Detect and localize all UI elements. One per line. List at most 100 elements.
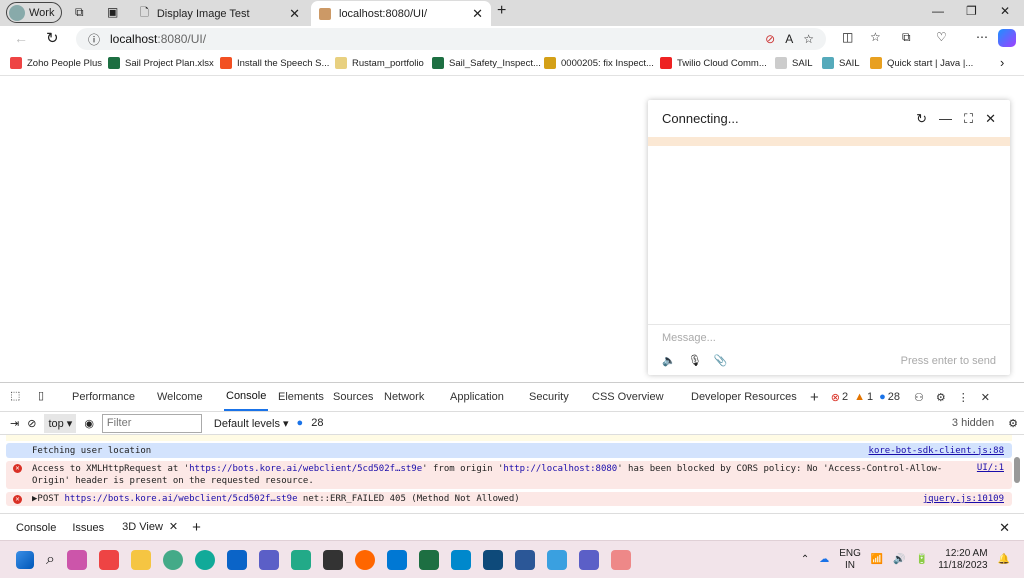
warning-count[interactable]: 1 [867, 391, 873, 403]
new-tab-icon[interactable]: + [497, 2, 506, 20]
bookmark-item[interactable]: Twilio Cloud Comm... [660, 57, 767, 69]
add-drawer-tab-icon[interactable]: + [184, 519, 209, 536]
gift-icon[interactable] [98, 549, 119, 570]
origin-link[interactable]: http://localhost:8080 [503, 464, 617, 474]
source-link[interactable]: kore-bot-sdk-client.js:88 [859, 446, 1004, 456]
devtools-tab-application[interactable]: Application [448, 383, 506, 411]
split-screen-icon[interactable]: ◫ [842, 30, 853, 44]
close-tab-icon[interactable]: ✕ [472, 6, 483, 22]
expand-toggle[interactable]: ▶POST [32, 494, 65, 504]
app2-icon[interactable] [450, 549, 471, 570]
device-toolbar-icon[interactable]: ▯ [38, 389, 44, 402]
site-info-icon[interactable]: ⓘ [88, 31, 100, 48]
file-explorer-icon[interactable] [130, 549, 151, 570]
search-icon[interactable]: ⌕ [46, 551, 55, 569]
profile-button[interactable]: Work [6, 2, 62, 23]
source-link[interactable]: UI/:1 [967, 463, 1004, 487]
back-icon[interactable]: ← [14, 30, 28, 46]
battery-icon[interactable]: 🔋 [916, 554, 928, 565]
bookmark-item[interactable]: SAIL [775, 57, 813, 69]
request-url-link[interactable]: https://bots.kore.ai/webclient/5cd502f…s… [189, 464, 422, 474]
collections-icon[interactable]: ⧉ [902, 30, 911, 45]
log-levels-select[interactable]: Default levels ▾ [214, 417, 289, 430]
request-url-link[interactable]: https://bots.kore.ai/webclient/5cd502f…s… [65, 494, 298, 504]
tab-localhost[interactable]: localhost:8080/UI/ ✕ [311, 1, 491, 26]
minimize-chat-icon[interactable]: — [939, 111, 952, 127]
message-input[interactable]: Message... [648, 324, 1010, 351]
bookmark-item[interactable]: Sail Project Plan.xlsx [108, 57, 214, 69]
vscode-icon[interactable] [386, 549, 407, 570]
app-icon[interactable] [290, 549, 311, 570]
volume-icon[interactable]: 🔊 [893, 554, 905, 565]
console-settings-icon[interactable]: ⚙ [1008, 417, 1018, 430]
devtools-tab-security[interactable]: Security [527, 383, 571, 411]
bookmarks-overflow-icon[interactable]: › [1000, 55, 1004, 70]
postman-icon[interactable] [354, 549, 375, 570]
devtools-tab-css-overview[interactable]: CSS Overview [590, 383, 666, 411]
bookmark-item[interactable]: 0000205: fix Inspect... [544, 57, 654, 69]
mysql-icon[interactable] [482, 549, 503, 570]
start-icon[interactable] [16, 550, 34, 569]
customize-icon[interactable]: ⚇ [914, 391, 924, 404]
tracking-icon[interactable]: ⊘ [765, 32, 775, 46]
restore-icon[interactable]: ❐ [966, 4, 977, 18]
performance-icon[interactable]: ♡ [936, 30, 947, 44]
minimize-icon[interactable]: — [932, 4, 944, 18]
show-hidden-icons[interactable]: ⌃ [801, 554, 809, 565]
refresh-icon[interactable]: ↻ [46, 29, 59, 47]
reload-icon[interactable]: ↻ [916, 111, 927, 127]
filter-input[interactable] [101, 413, 202, 433]
sidebar-toggle-icon[interactable]: ⇥ [10, 417, 19, 430]
close-drawer-icon[interactable]: ✕ [999, 520, 1010, 536]
vertical-tabs-icon[interactable]: ▣ [107, 5, 118, 19]
drawer-tab-issues[interactable]: Issues [64, 522, 116, 534]
devtools-tab-elements[interactable]: Elements [276, 383, 326, 411]
live-expression-icon[interactable]: ◉ [84, 417, 94, 430]
context-select[interactable]: top ▾ [44, 413, 77, 433]
onedrive-icon[interactable]: ☁ [819, 554, 829, 565]
devtools-tab-sources[interactable]: Sources [331, 383, 375, 411]
close-tab-icon[interactable]: ✕ [289, 6, 300, 22]
outlook-icon[interactable] [226, 549, 247, 570]
read-aloud-icon[interactable]: A [785, 32, 793, 46]
clock[interactable]: 12:20 AM 11/18/2023 [938, 548, 987, 572]
close-chat-icon[interactable]: ✕ [985, 111, 996, 127]
settings-icon[interactable]: ⚙ [936, 391, 946, 404]
teams-new-icon[interactable] [578, 549, 599, 570]
bookmark-item[interactable]: Quick start | Java |... [870, 57, 973, 69]
workspaces-icon[interactable]: ⧉ [75, 5, 84, 20]
excel-icon[interactable] [418, 549, 439, 570]
bookmark-item[interactable]: Zoho People Plus [10, 57, 102, 69]
terminal-icon[interactable] [322, 549, 343, 570]
expand-icon[interactable]: ⛶ [964, 111, 973, 127]
bookmark-item[interactable]: Install the Speech S... [220, 57, 329, 69]
close-devtools-icon[interactable]: ✕ [981, 391, 990, 404]
kebab-menu-icon[interactable]: ⋮ [958, 391, 969, 404]
favorite-star-icon[interactable]: ☆ [803, 32, 814, 46]
console-scrollbar[interactable] [1014, 457, 1020, 483]
devtools-tab-welcome[interactable]: Welcome [155, 383, 205, 411]
devtools-tab-performance[interactable]: Performance [70, 383, 137, 411]
copilot-icon[interactable] [998, 29, 1016, 47]
close-window-icon[interactable]: ✕ [1000, 4, 1010, 18]
teams-icon[interactable] [258, 549, 279, 570]
notepad-icon[interactable] [546, 549, 567, 570]
info-count[interactable]: 28 [888, 391, 900, 403]
devtools-tab-developer-resources[interactable]: Developer Resources [689, 383, 799, 411]
devtools-tab-console[interactable]: Console [224, 383, 269, 411]
microphone-icon[interactable]: 🎙 [688, 354, 702, 367]
mute-icon[interactable]: 🔈 [662, 354, 676, 367]
error-count[interactable]: 2 [842, 391, 848, 403]
app3-icon[interactable] [610, 549, 631, 570]
language-indicator[interactable]: ENG IN [839, 548, 861, 572]
edge-icon[interactable] [194, 549, 215, 570]
bookmark-item[interactable]: Sail_Safety_Inspect... [432, 57, 541, 69]
drawer-tab-console[interactable]: Console [0, 522, 64, 534]
more-icon[interactable]: ⋯ [976, 30, 988, 44]
tab-display-image-test[interactable]: 🗋 Display Image Test ✕ [132, 1, 308, 26]
attachment-icon[interactable]: 📎 [714, 354, 728, 367]
devtools-tab-network[interactable]: Network [382, 383, 426, 411]
bookmark-item[interactable]: Rustam_portfolio [335, 57, 424, 69]
bookmark-item[interactable]: SAIL [822, 57, 860, 69]
more-tabs-icon[interactable]: + [806, 389, 831, 406]
